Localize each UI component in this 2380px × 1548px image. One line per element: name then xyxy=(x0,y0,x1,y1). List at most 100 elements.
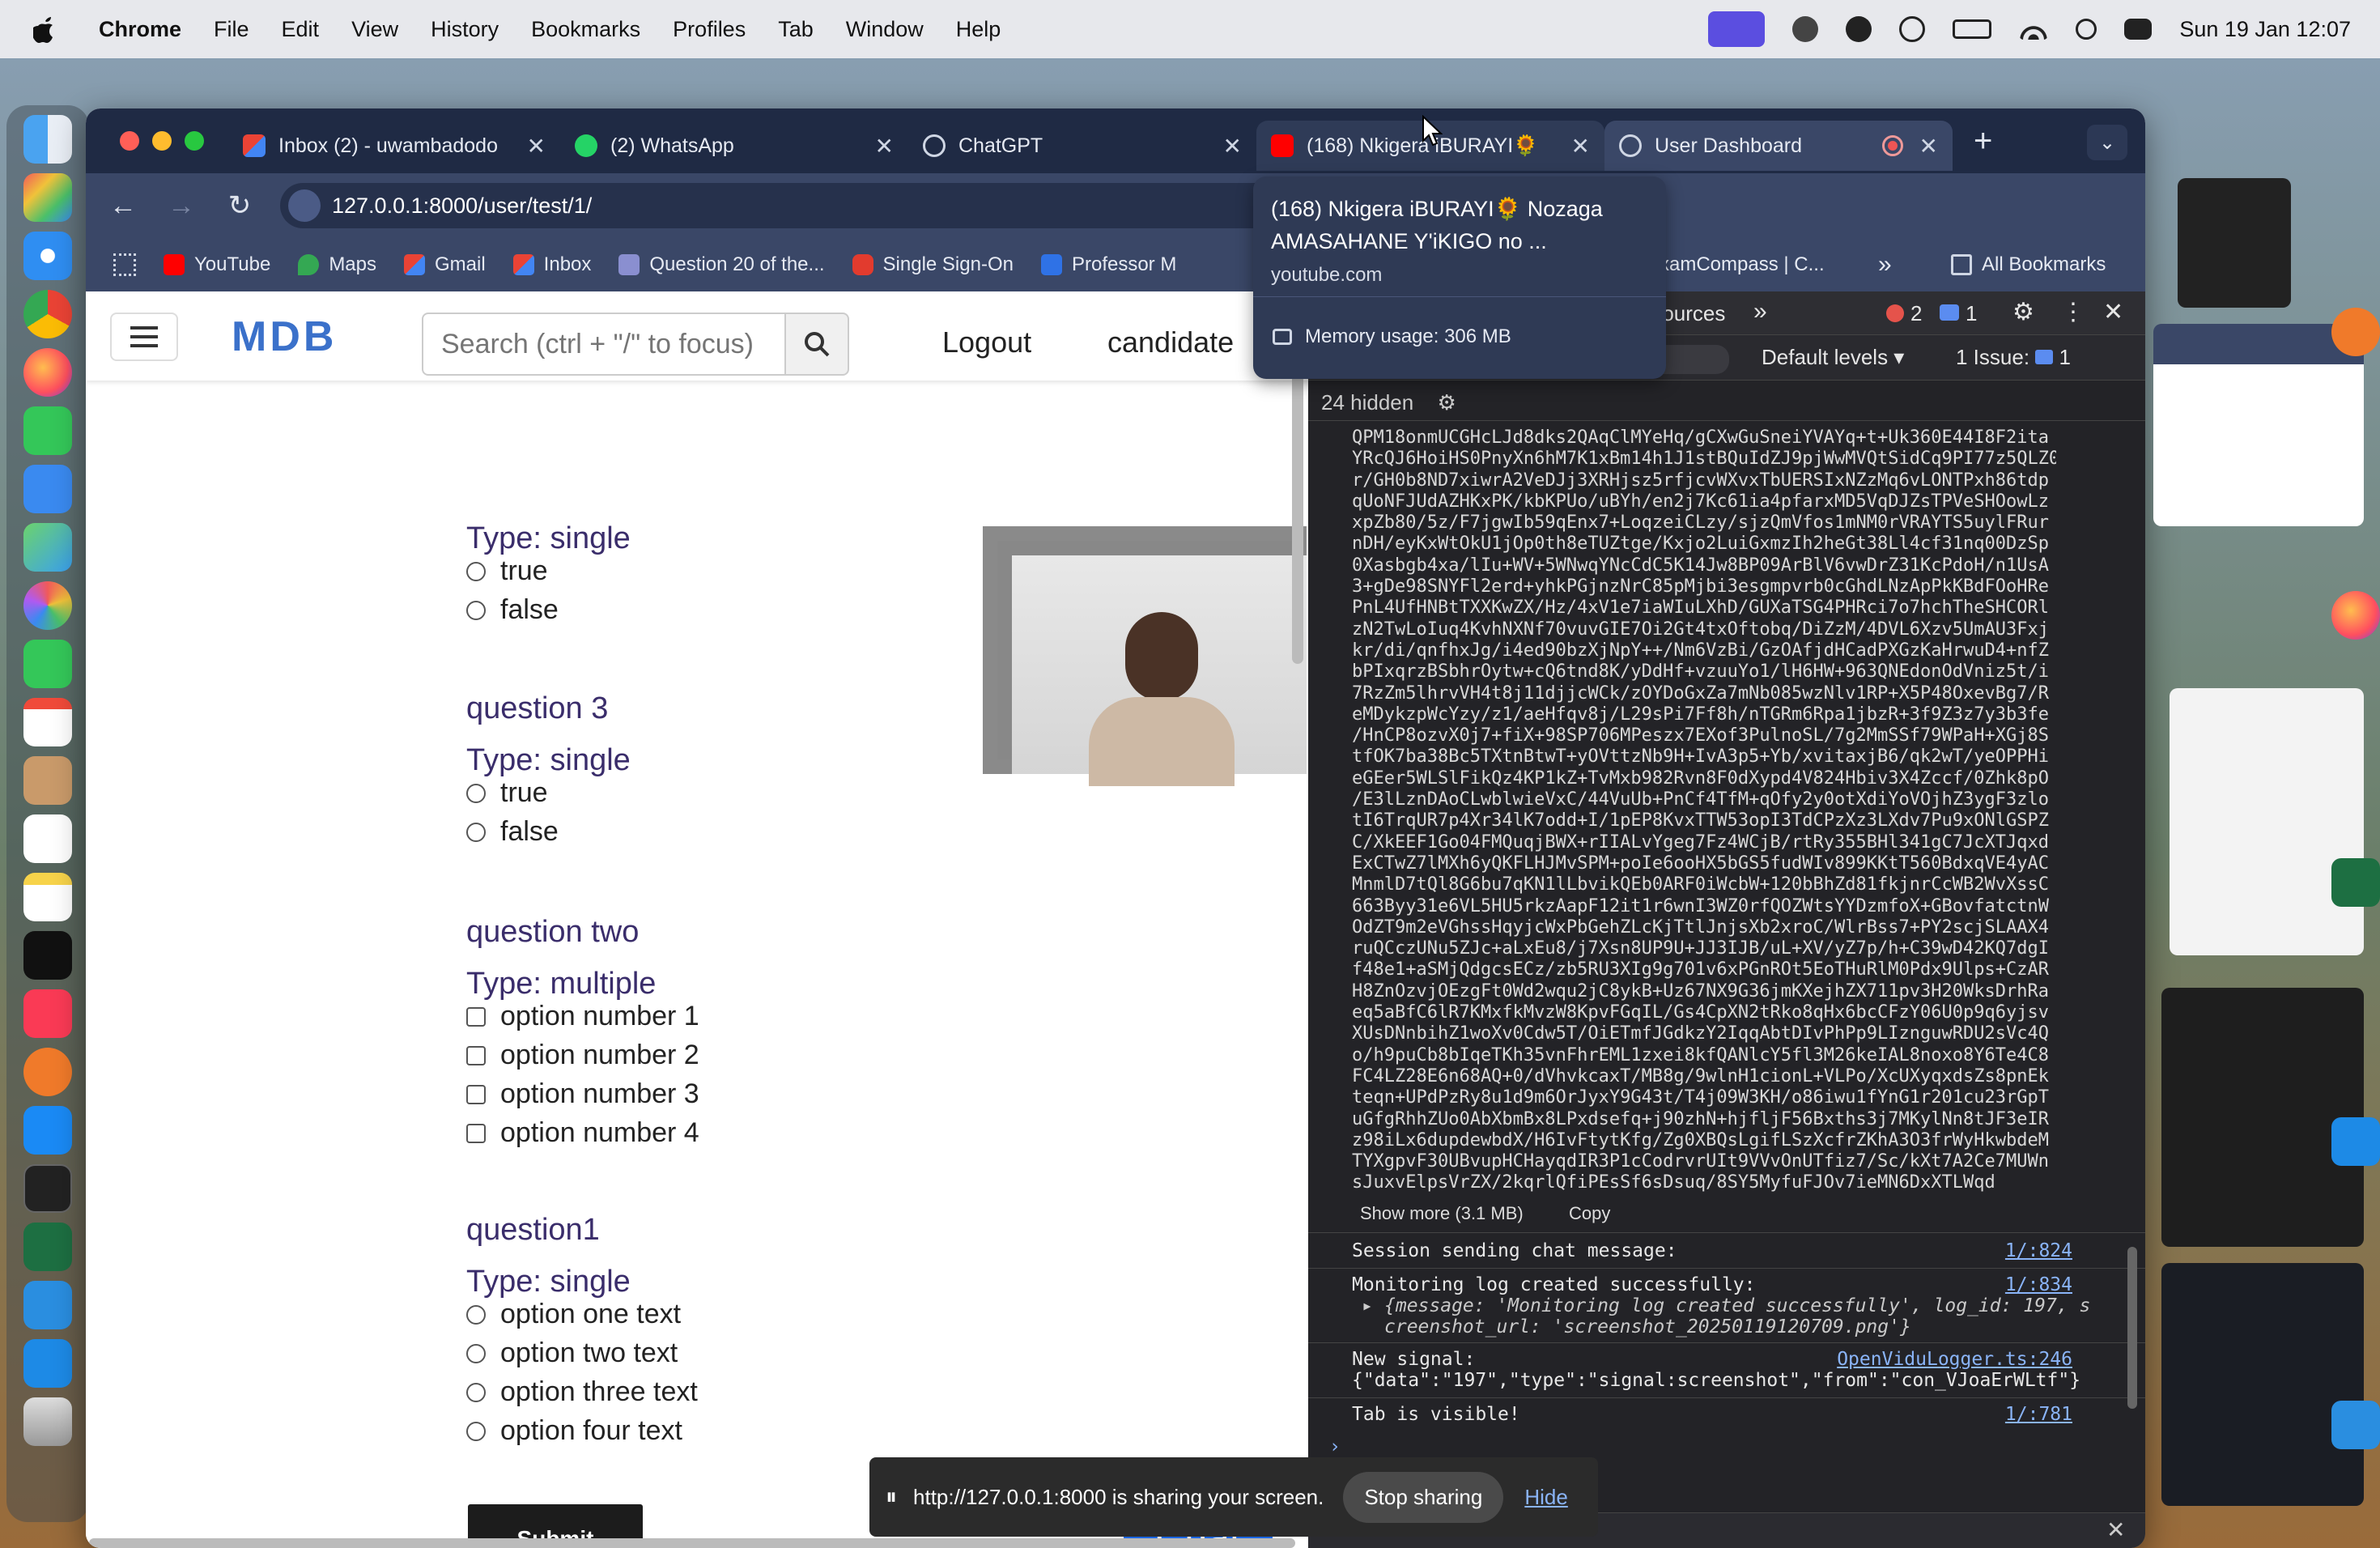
new-tab-icon[interactable]: + xyxy=(1974,123,1992,159)
menu-bookmarks[interactable]: Bookmarks xyxy=(531,17,640,42)
menu-window[interactable]: Window xyxy=(846,17,924,42)
zoom-window-button[interactable] xyxy=(185,131,204,151)
log-source-link[interactable]: 1/:781 xyxy=(2005,1404,2072,1425)
terminal-icon[interactable] xyxy=(23,1164,72,1213)
tab-search-icon[interactable]: ⌄ xyxy=(2087,125,2127,160)
log-source-link[interactable]: 1/:824 xyxy=(2005,1240,2072,1261)
answer-option[interactable]: option three text xyxy=(466,1376,698,1408)
bookmarks-overflow-icon[interactable]: » xyxy=(1878,251,1892,279)
close-tab-icon[interactable]: ✕ xyxy=(875,133,894,159)
menu-file[interactable]: File xyxy=(214,17,249,42)
menu-toggle-button[interactable] xyxy=(110,313,178,361)
back-icon[interactable]: ← xyxy=(102,185,144,227)
close-window-button[interactable] xyxy=(120,131,139,151)
close-tab-icon[interactable]: ✕ xyxy=(1919,133,1938,159)
pause-icon[interactable]: ⏸ xyxy=(886,1484,897,1511)
console-settings-icon[interactable]: ⚙ xyxy=(1437,390,1456,415)
messages-icon[interactable] xyxy=(23,406,72,455)
radio-button[interactable] xyxy=(466,1343,486,1363)
play-icon[interactable] xyxy=(1899,16,1926,42)
excel-icon[interactable] xyxy=(2331,858,2380,907)
answer-option[interactable]: option number 2 xyxy=(466,1040,699,1071)
bookmark-youtube[interactable]: YouTube xyxy=(164,253,270,276)
tab-whatsapp[interactable]: (2) WhatsApp ✕ xyxy=(560,121,908,171)
apple-icon[interactable] xyxy=(32,15,58,44)
reload-icon[interactable]: ↻ xyxy=(219,185,261,227)
wifi-icon[interactable] xyxy=(2019,19,2049,40)
contacts-icon[interactable] xyxy=(23,756,72,805)
site-info-icon[interactable] xyxy=(288,189,321,222)
log-object[interactable]: creenshot_url: 'screenshot_2025011912070… xyxy=(1384,1316,1911,1337)
bookmark-gmail[interactable]: Gmail xyxy=(404,253,486,276)
default-levels-dropdown[interactable]: Default levels ▾ xyxy=(1762,345,1904,370)
firefox-icon[interactable] xyxy=(23,348,72,397)
log-source-link[interactable]: 1/:834 xyxy=(2005,1274,2072,1295)
apps-grid-icon[interactable] xyxy=(113,253,136,276)
copy-button[interactable]: Copy xyxy=(1569,1203,1610,1224)
devtools-menu-icon[interactable]: ⋮ xyxy=(2061,298,2085,326)
radio-button[interactable] xyxy=(466,561,486,581)
menubar-clock[interactable]: Sun 19 Jan 12:07 xyxy=(2179,17,2351,42)
screen-mirroring-icon[interactable] xyxy=(1708,11,1766,47)
launchpad-icon[interactable] xyxy=(23,173,72,222)
appstore-icon[interactable] xyxy=(23,1106,72,1155)
menu-profiles[interactable]: Profiles xyxy=(673,17,746,42)
music-icon[interactable] xyxy=(23,989,72,1038)
menu-chrome[interactable]: Chrome xyxy=(99,17,181,42)
checkbox[interactable] xyxy=(466,1045,486,1065)
all-bookmarks[interactable]: All Bookmarks xyxy=(1951,253,2106,276)
notes-icon[interactable] xyxy=(23,873,72,921)
menu-history[interactable]: History xyxy=(431,17,499,42)
radio-button[interactable] xyxy=(466,1304,486,1325)
safari-icon[interactable] xyxy=(23,232,72,280)
log-object-toggle[interactable]: ▸ xyxy=(1362,1295,1373,1316)
settings-gear-icon[interactable]: ⚙ xyxy=(2012,298,2034,326)
excel-icon[interactable] xyxy=(23,1223,72,1271)
log-source-link[interactable]: OpenViduLogger.ts:246 xyxy=(1837,1349,2072,1370)
finder-icon[interactable] xyxy=(23,115,72,164)
search-icon[interactable] xyxy=(2076,19,2097,40)
docker-icon[interactable] xyxy=(2331,1117,2380,1166)
answer-option[interactable]: true xyxy=(466,777,548,809)
error-icon[interactable] xyxy=(1886,304,1904,322)
control-center-icon[interactable] xyxy=(2124,19,2153,40)
bookmark-maps[interactable]: Maps xyxy=(298,253,376,276)
stop-sharing-button[interactable]: Stop sharing xyxy=(1343,1471,1504,1523)
bookmark-question[interactable]: Question 20 of the... xyxy=(618,253,825,276)
battery-icon[interactable] xyxy=(1953,19,1992,39)
calendar-icon[interactable] xyxy=(23,698,72,746)
bookmark-professor[interactable]: Professor M xyxy=(1040,253,1176,276)
vscode-icon[interactable] xyxy=(2331,1401,2380,1449)
window-thumbnail[interactable] xyxy=(2153,324,2364,526)
radio-button[interactable] xyxy=(466,822,486,842)
weather-icon[interactable] xyxy=(1792,16,1819,42)
horizontal-scrollbar[interactable] xyxy=(89,1538,1295,1548)
tab-user-dashboard[interactable]: User Dashboard ✕ xyxy=(1604,121,1953,171)
window-thumbnail[interactable] xyxy=(2178,178,2291,308)
log-object[interactable]: {message: 'Monitoring log created succes… xyxy=(1384,1295,2090,1316)
reminders-icon[interactable] xyxy=(23,814,72,863)
answer-option[interactable]: option four text xyxy=(466,1415,682,1447)
radio-button[interactable] xyxy=(466,1382,486,1402)
answer-option[interactable]: option one text xyxy=(466,1299,681,1330)
vscode-icon[interactable] xyxy=(23,1281,72,1329)
menu-tab[interactable]: Tab xyxy=(778,17,814,42)
radio-button[interactable] xyxy=(466,783,486,803)
docker-icon[interactable] xyxy=(23,1339,72,1388)
menu-view[interactable]: View xyxy=(351,17,398,42)
answer-option[interactable]: option number 1 xyxy=(466,1001,699,1032)
search-input[interactable] xyxy=(422,313,786,376)
bookmark-examcompass[interactable]: xamCompass | C... xyxy=(1660,253,1825,276)
bookmark-inbox[interactable]: Inbox xyxy=(512,253,591,276)
tab-chatgpt[interactable]: ChatGPT ✕ xyxy=(908,121,1256,171)
answer-option[interactable]: option number 3 xyxy=(466,1078,699,1110)
hide-button[interactable]: Hide xyxy=(1524,1485,1567,1510)
appletv-icon[interactable] xyxy=(23,931,72,980)
firefox-icon[interactable] xyxy=(2331,591,2380,640)
answer-option[interactable]: option number 4 xyxy=(466,1117,699,1149)
podcasts-icon[interactable] xyxy=(23,1048,72,1096)
warning-icon[interactable] xyxy=(1940,304,1959,321)
menu-help[interactable]: Help xyxy=(956,17,1001,42)
forward-icon[interactable]: → xyxy=(160,185,202,227)
answer-option[interactable]: option two text xyxy=(466,1337,678,1369)
